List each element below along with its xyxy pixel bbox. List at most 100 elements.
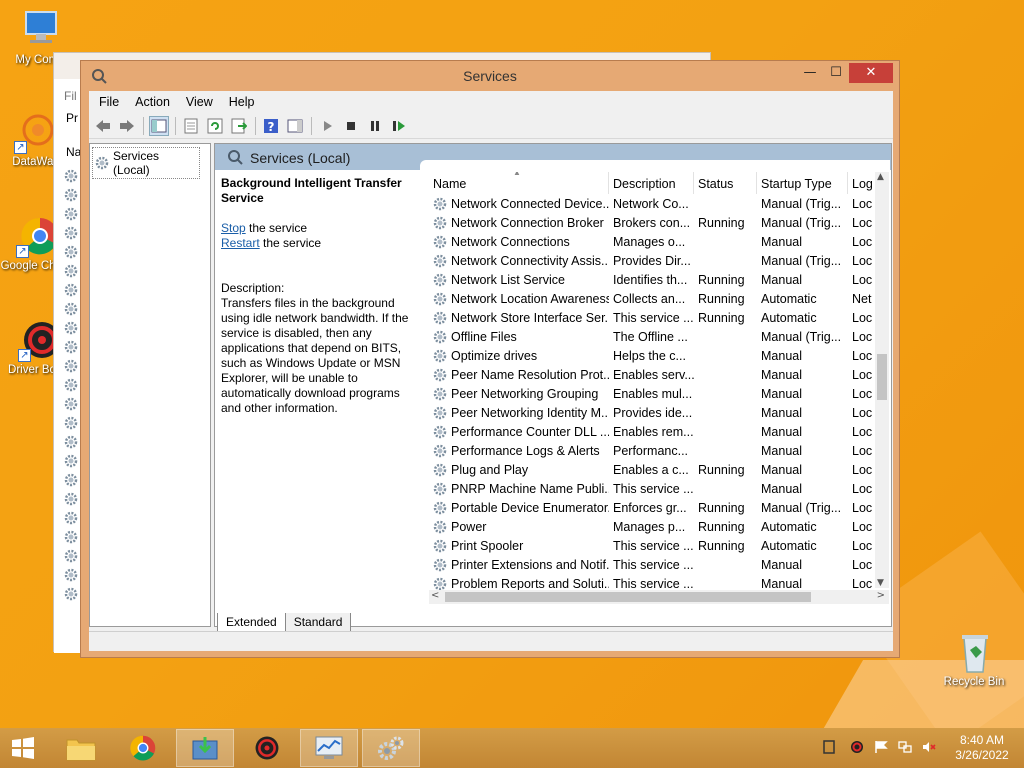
gear-icon: [64, 397, 78, 414]
table-row[interactable]: Optimize drives Helps the c... Manual Loc: [429, 346, 889, 365]
services-window[interactable]: Services — ☐ ✕ File Action View Help ? S…: [80, 60, 900, 658]
restart-service-link[interactable]: Restart: [221, 236, 260, 250]
row-name: Portable Device Enumerator...: [429, 501, 609, 515]
stop-service-link[interactable]: Stop: [221, 221, 246, 235]
table-row[interactable]: PNRP Machine Name Publi... This service .…: [429, 479, 889, 498]
row-name-text: Network Store Interface Ser...: [451, 310, 609, 325]
menu-view[interactable]: View: [178, 95, 221, 109]
restart-service-button[interactable]: [389, 116, 409, 136]
properties-button[interactable]: [181, 116, 201, 136]
table-row[interactable]: Performance Logs & Alerts Performanc... Ma…: [429, 441, 889, 460]
table-row[interactable]: Network Connected Device... Network Co...…: [429, 194, 889, 213]
vertical-scroll-thumb[interactable]: [877, 354, 887, 400]
menu-help[interactable]: Help: [221, 95, 263, 109]
stop-service-button[interactable]: [341, 116, 361, 136]
scroll-up-icon[interactable]: ▲: [877, 172, 884, 182]
console-tree-icon: [151, 119, 167, 132]
table-row[interactable]: Peer Name Resolution Prot... Enables serv…: [429, 365, 889, 384]
stop-icon: [347, 121, 355, 130]
back-arrow-icon: [96, 119, 110, 132]
flag-icon[interactable]: [874, 740, 888, 754]
row-name-text: Network Connections: [451, 234, 570, 249]
tab-standard[interactable]: Standard: [284, 613, 352, 632]
row-startup-type: Manual: [761, 576, 802, 591]
gear-icon: [64, 321, 78, 338]
volume-muted-icon[interactable]: [922, 740, 936, 754]
minimize-button[interactable]: —: [799, 63, 821, 83]
taskbar-installer[interactable]: [176, 729, 234, 767]
row-startup-type: Manual (Trig...: [761, 215, 842, 230]
window-titlebar[interactable]: Services — ☐ ✕: [81, 61, 899, 91]
gear-icon: [433, 387, 447, 400]
table-row[interactable]: Portable Device Enumerator... Enforces gr…: [429, 498, 889, 517]
row-name: Optimize drives: [429, 349, 609, 363]
start-service-button[interactable]: [317, 116, 337, 136]
table-row[interactable]: Peer Networking Grouping Enables mul... Ma…: [429, 384, 889, 403]
table-row[interactable]: Print Spooler This service ... Running Auto…: [429, 536, 889, 555]
back-button[interactable]: [93, 116, 113, 136]
row-name-text: Optimize drives: [451, 348, 538, 363]
menu-action[interactable]: Action: [127, 95, 178, 109]
taskbar-chrome[interactable]: [114, 729, 172, 767]
scroll-right-icon[interactable]: >: [877, 590, 885, 601]
taskbar-performance-monitor[interactable]: [300, 729, 358, 767]
vertical-scrollbar[interactable]: ▲ ▼: [875, 172, 889, 588]
play-icon: [324, 120, 332, 131]
table-row[interactable]: Peer Networking Identity M... Provides id…: [429, 403, 889, 422]
row-name-text: Network Connected Device...: [451, 196, 609, 211]
tablet-tray-icon[interactable]: [822, 740, 836, 754]
taskbar-file-explorer[interactable]: [52, 729, 110, 767]
refresh-button[interactable]: [205, 116, 225, 136]
shortcut-arrow-icon: ↗: [16, 245, 29, 258]
horizontal-scroll-thumb[interactable]: [445, 592, 811, 602]
menu-file[interactable]: File: [91, 95, 127, 109]
pause-icon: [371, 120, 379, 131]
tab-extended[interactable]: Extended: [217, 613, 286, 632]
driver-booster-tray-icon[interactable]: [850, 740, 864, 754]
table-row[interactable]: Network Connection Broker Brokers con... R…: [429, 213, 889, 232]
show-hide-console-tree-button[interactable]: [149, 115, 169, 136]
maximize-button[interactable]: ☐: [825, 63, 847, 83]
table-row[interactable]: Network Store Interface Ser... This servi…: [429, 308, 889, 327]
pause-service-button[interactable]: [365, 116, 385, 136]
table-row[interactable]: Network Connectivity Assis... Provides Di…: [429, 251, 889, 270]
scroll-down-icon[interactable]: ▼: [877, 578, 884, 588]
row-status: Running: [698, 500, 745, 515]
row-description: Collects an...: [613, 291, 686, 306]
window-title: Services: [463, 68, 517, 84]
gear-icon: [95, 156, 109, 170]
start-button[interactable]: [0, 729, 52, 767]
column-header-status[interactable]: Status: [694, 172, 757, 194]
network-icon[interactable]: [898, 740, 912, 754]
export-list-button[interactable]: [229, 116, 249, 136]
desktop-icon-recycle-bin[interactable]: Recycle Bin: [936, 630, 1012, 690]
scroll-left-icon[interactable]: <: [431, 590, 439, 601]
forward-button[interactable]: [117, 116, 137, 136]
system-clock[interactable]: 8:40 AM 3/26/2022: [944, 733, 1020, 763]
column-header-startup-type[interactable]: Startup Type: [757, 172, 848, 194]
row-startup-type: Manual: [761, 557, 802, 572]
table-row[interactable]: Printer Extensions and Notif... This serv…: [429, 555, 889, 574]
action-pane-button[interactable]: [285, 116, 305, 136]
table-row[interactable]: Performance Counter DLL ... Enables rem..…: [429, 422, 889, 441]
table-row[interactable]: Offline Files The Offline ... Manual (Trig…: [429, 327, 889, 346]
panel-header: Services (Local): [215, 144, 891, 170]
table-row[interactable]: Problem Reports and Soluti... This servic…: [429, 574, 889, 590]
row-name-text: Network Connection Broker: [451, 215, 604, 230]
gear-icon: [433, 216, 447, 229]
table-row[interactable]: Network List Service Identifies th... Runn…: [429, 270, 889, 289]
row-name-text: Network Location Awareness: [451, 291, 609, 306]
gear-icon: [64, 245, 78, 262]
column-header-description[interactable]: Description: [609, 172, 694, 194]
close-button[interactable]: ✕: [849, 63, 893, 83]
help-button[interactable]: ?: [261, 116, 281, 136]
taskbar-driver-booster[interactable]: [238, 729, 296, 767]
table-row[interactable]: Plug and Play Enables a c... Running Manual…: [429, 460, 889, 479]
tree-item-services-local[interactable]: Services (Local): [92, 147, 200, 179]
row-description: Enables serv...: [613, 367, 694, 382]
table-row[interactable]: Power Manages p... Running Automatic Loc: [429, 517, 889, 536]
table-row[interactable]: Network Connections Manages o... Manual Loc: [429, 232, 889, 251]
taskbar-services[interactable]: [362, 729, 420, 767]
table-row[interactable]: Network Location Awareness Collects an...…: [429, 289, 889, 308]
horizontal-scrollbar[interactable]: < >: [429, 590, 889, 604]
